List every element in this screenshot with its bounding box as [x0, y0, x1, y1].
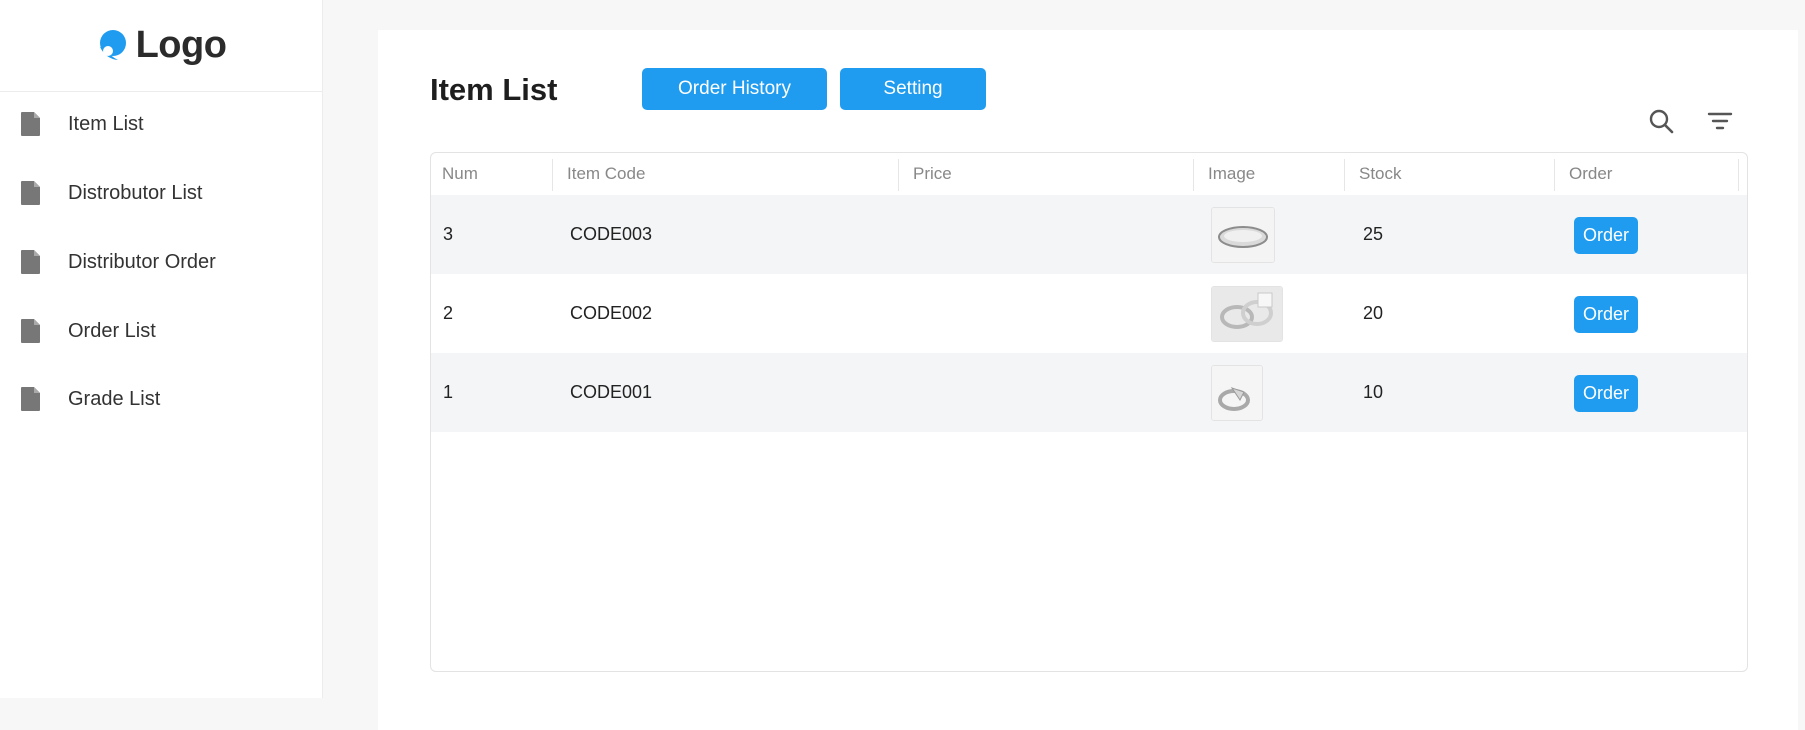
cell-item-code: CODE003 — [570, 224, 653, 244]
sidebar-item-label: Item List — [68, 112, 144, 135]
table-row: 2 CODE002 20 Order — [431, 274, 1747, 353]
table-header: Num Item Code Price Image Stock Order — [431, 153, 1747, 195]
sidebar-item-grade-list[interactable]: Grade List — [0, 379, 322, 419]
table-row: 3 CODE003 25 Order — [431, 195, 1747, 274]
column-divider — [1344, 159, 1345, 191]
column-header-order: Order — [1569, 164, 1613, 183]
cell-stock: 10 — [1363, 382, 1384, 402]
main-panel: Item List Order History Setting Num Item… — [378, 30, 1798, 730]
document-icon — [21, 181, 40, 205]
table-row: 1 CODE001 10 Order — [431, 353, 1747, 432]
column-divider — [1193, 159, 1194, 191]
silver-rings-image — [1212, 287, 1282, 341]
ring-tray-image — [1212, 208, 1274, 262]
page-title: Item List — [430, 72, 558, 107]
ring-tray-thumbnail[interactable] — [1211, 207, 1275, 263]
cell-stock: 20 — [1363, 303, 1384, 323]
column-header-num: Num — [442, 164, 478, 183]
order-button[interactable]: Order — [1574, 217, 1638, 254]
sidebar-item-label: Order List — [68, 319, 156, 342]
cell-item-code: CODE002 — [570, 303, 653, 323]
sidebar-item-label: Distrobutor List — [68, 181, 203, 204]
document-icon — [21, 112, 40, 136]
sidebar-item-distributor-order[interactable]: Distributor Order — [0, 242, 322, 282]
column-divider — [898, 159, 899, 191]
column-divider — [552, 159, 553, 191]
document-icon — [21, 319, 40, 343]
cell-stock: 25 — [1363, 224, 1384, 244]
cell-item-code: CODE001 — [570, 382, 653, 402]
sidebar: Logo Item List Distrobutor List Distribu… — [0, 0, 323, 698]
cell-num: 2 — [443, 303, 454, 323]
column-header-item-code: Item Code — [567, 164, 646, 183]
silver-rings-thumbnail[interactable] — [1211, 286, 1283, 342]
sidebar-item-label: Grade List — [68, 387, 161, 410]
cell-num: 1 — [443, 382, 454, 402]
document-icon — [21, 250, 40, 274]
sidebar-item-item-list[interactable]: Item List — [0, 104, 322, 144]
column-header-price: Price — [913, 164, 952, 183]
cell-num: 3 — [443, 224, 454, 244]
order-button[interactable]: Order — [1574, 296, 1638, 333]
column-header-image: Image — [1208, 164, 1256, 183]
setting-button[interactable]: Setting — [840, 68, 986, 110]
order-history-button[interactable]: Order History — [642, 68, 827, 110]
silver-ring-thumbnail[interactable] — [1211, 365, 1263, 421]
column-divider — [1738, 159, 1739, 191]
column-divider — [1554, 159, 1555, 191]
sidebar-item-distrobutor-list[interactable]: Distrobutor List — [0, 173, 322, 213]
filter-icon[interactable] — [1705, 106, 1735, 136]
logo[interactable]: Logo — [0, 0, 322, 92]
sidebar-item-label: Distributor Order — [68, 250, 216, 273]
logo-text: Logo — [135, 24, 227, 66]
logo-mark-icon — [99, 29, 126, 60]
items-table: Num Item Code Price Image Stock Order 3 … — [430, 152, 1748, 672]
search-icon[interactable] — [1646, 106, 1676, 136]
column-header-stock: Stock — [1359, 164, 1402, 183]
document-icon — [21, 387, 40, 411]
order-button[interactable]: Order — [1574, 375, 1638, 412]
silver-ring-image — [1212, 366, 1262, 420]
sidebar-item-order-list[interactable]: Order List — [0, 311, 322, 351]
